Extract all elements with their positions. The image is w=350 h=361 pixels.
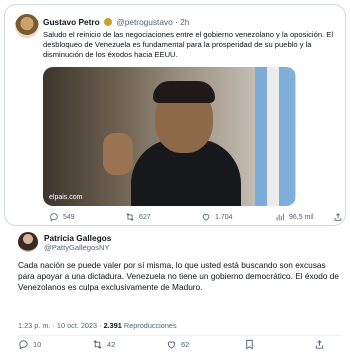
flag-graphic: [255, 67, 295, 206]
retweet-count: 42: [107, 340, 116, 349]
tweet-text: Cada nación se puede valer por sí misma,…: [18, 260, 340, 293]
avatar[interactable]: [18, 232, 38, 252]
views-count: 96,5 mil: [289, 213, 314, 221]
views-count: 2.391: [103, 321, 122, 330]
quoted-tweet-text: Saludo el reinicio de las negociaciones …: [43, 30, 334, 60]
divider: [18, 335, 342, 336]
reply-button[interactable]: 549: [49, 212, 75, 222]
quoted-tweet-actions: 549 627 1.704 96,5 mil: [49, 212, 345, 224]
avatar[interactable]: [15, 14, 39, 38]
bookmark-button[interactable]: [244, 339, 255, 350]
verified-badge-icon: [104, 18, 113, 26]
tweet-timestamp[interactable]: 1:23 p. m. · 10 oct. 2023 ·: [18, 321, 102, 330]
reply-button[interactable]: 10: [18, 339, 41, 350]
heart-icon: [202, 214, 210, 221]
share-button[interactable]: [333, 212, 343, 222]
separator-dot: ·: [175, 17, 178, 27]
quoted-tweet-header: Gustavo Petro @petrogustavo · 2h: [43, 17, 189, 27]
reply-count: 10: [33, 340, 42, 349]
bookmark-icon: [246, 339, 253, 350]
quoted-tweet-card[interactable]: Gustavo Petro @petrogustavo · 2h Saludo …: [4, 4, 346, 226]
author-handle[interactable]: @PattyGallegosNY: [44, 243, 110, 252]
tweet-meta: 1:23 p. m. · 10 oct. 2023 · 2.391 Reprod…: [18, 321, 177, 330]
views-label: Reproducciones: [123, 321, 177, 330]
person-hair-graphic: [153, 81, 215, 103]
like-button[interactable]: 1.704: [201, 212, 233, 222]
author-name[interactable]: Patricia Gallegos: [44, 233, 111, 243]
share-icon: [334, 213, 342, 221]
like-count: 62: [181, 340, 190, 349]
tweet-time[interactable]: 2h: [180, 17, 189, 27]
like-count: 1.704: [215, 213, 233, 221]
image-source-label: elpais.com: [49, 194, 83, 201]
heart-icon: [167, 341, 176, 349]
reply-icon: [50, 213, 58, 222]
retweet-icon: [93, 340, 102, 349]
like-button[interactable]: 62: [166, 339, 189, 350]
tweet-actions: 10 42 62: [18, 339, 338, 353]
main-tweet: Patricia Gallegos @PattyGallegosNY Cada …: [0, 226, 350, 361]
author-handle[interactable]: @petrogustavo: [116, 17, 172, 27]
tweet-photo[interactable]: elpais.com: [43, 67, 296, 206]
retweet-button[interactable]: 42: [92, 339, 115, 350]
retweet-button[interactable]: 627: [125, 212, 151, 222]
author-name[interactable]: Gustavo Petro: [43, 17, 100, 27]
reply-icon: [19, 340, 28, 350]
share-button[interactable]: [314, 339, 325, 350]
retweet-count: 627: [139, 213, 151, 221]
views-button[interactable]: 96,5 mil: [275, 212, 314, 222]
reply-count: 549: [63, 213, 75, 221]
person-hand-graphic: [103, 133, 133, 175]
retweet-icon: [126, 213, 134, 221]
share-icon: [315, 340, 324, 349]
views-chart-icon: [276, 213, 284, 221]
